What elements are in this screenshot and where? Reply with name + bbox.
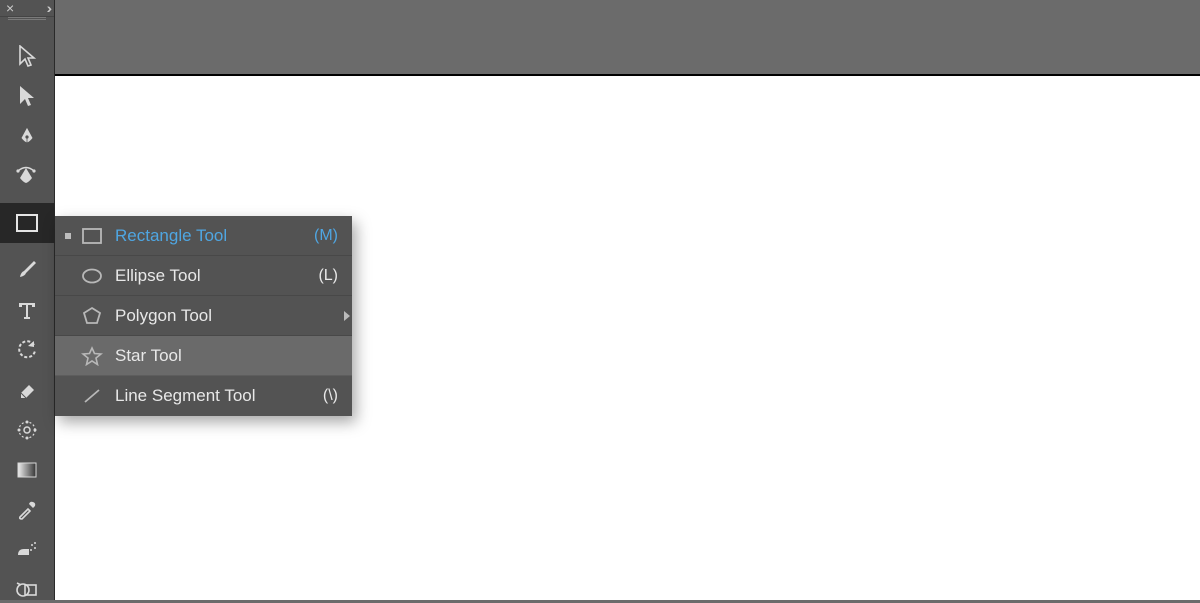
- direct-selection-tool[interactable]: [7, 83, 47, 109]
- flyout-item-rectangle[interactable]: Rectangle Tool (M): [55, 216, 352, 256]
- flyout-item-label: Polygon Tool: [115, 306, 338, 326]
- expand-icon[interactable]: ››: [47, 0, 48, 16]
- tool-list: [0, 21, 54, 603]
- flyout-item-ellipse[interactable]: Ellipse Tool (L): [55, 256, 352, 296]
- tools-panel: × ››: [0, 0, 55, 600]
- flyout-item-shortcut: (L): [318, 267, 338, 285]
- curvature-tool[interactable]: [7, 163, 47, 189]
- flyout-item-polygon[interactable]: Polygon Tool: [55, 296, 352, 336]
- flyout-item-label: Rectangle Tool: [115, 226, 314, 246]
- shape-builder-tool[interactable]: [7, 577, 47, 603]
- selection-tool[interactable]: [7, 43, 47, 69]
- flyout-item-shortcut: (\): [323, 387, 338, 405]
- shape-tool-flyout: Rectangle Tool (M) Ellipse Tool (L) Poly…: [55, 216, 352, 416]
- symbol-sprayer-tool[interactable]: [7, 537, 47, 563]
- submenu-arrow-icon: [344, 311, 350, 321]
- panel-header: × ››: [0, 0, 54, 17]
- app-topbar: [55, 0, 1200, 74]
- paintbrush-tool[interactable]: [7, 257, 47, 283]
- flyout-item-shortcut: (M): [314, 227, 338, 245]
- flyout-item-label: Ellipse Tool: [115, 266, 318, 286]
- scale-tool[interactable]: [7, 417, 47, 443]
- active-indicator-icon: [65, 353, 71, 359]
- active-indicator-icon: [65, 313, 71, 319]
- flyout-item-label: Line Segment Tool: [115, 386, 323, 406]
- ellipse-icon: [79, 267, 105, 285]
- eyedropper-tool[interactable]: [7, 497, 47, 523]
- rectangle-icon: [79, 227, 105, 245]
- eraser-tool[interactable]: [7, 377, 47, 403]
- rotate-tool[interactable]: [7, 337, 47, 363]
- pen-tool[interactable]: [7, 123, 47, 149]
- flyout-item-star[interactable]: Star Tool: [55, 336, 352, 376]
- rectangle-tool[interactable]: [0, 203, 55, 243]
- active-indicator-icon: [65, 393, 71, 399]
- close-icon[interactable]: ×: [6, 0, 14, 16]
- polygon-icon: [79, 306, 105, 326]
- line-icon: [79, 386, 105, 406]
- active-indicator-icon: [65, 233, 71, 239]
- gradient-tool[interactable]: [7, 457, 47, 483]
- flyout-item-line-segment[interactable]: Line Segment Tool (\): [55, 376, 352, 416]
- flyout-item-label: Star Tool: [115, 346, 338, 366]
- active-indicator-icon: [65, 273, 71, 279]
- type-tool[interactable]: [7, 297, 47, 323]
- star-icon: [79, 346, 105, 366]
